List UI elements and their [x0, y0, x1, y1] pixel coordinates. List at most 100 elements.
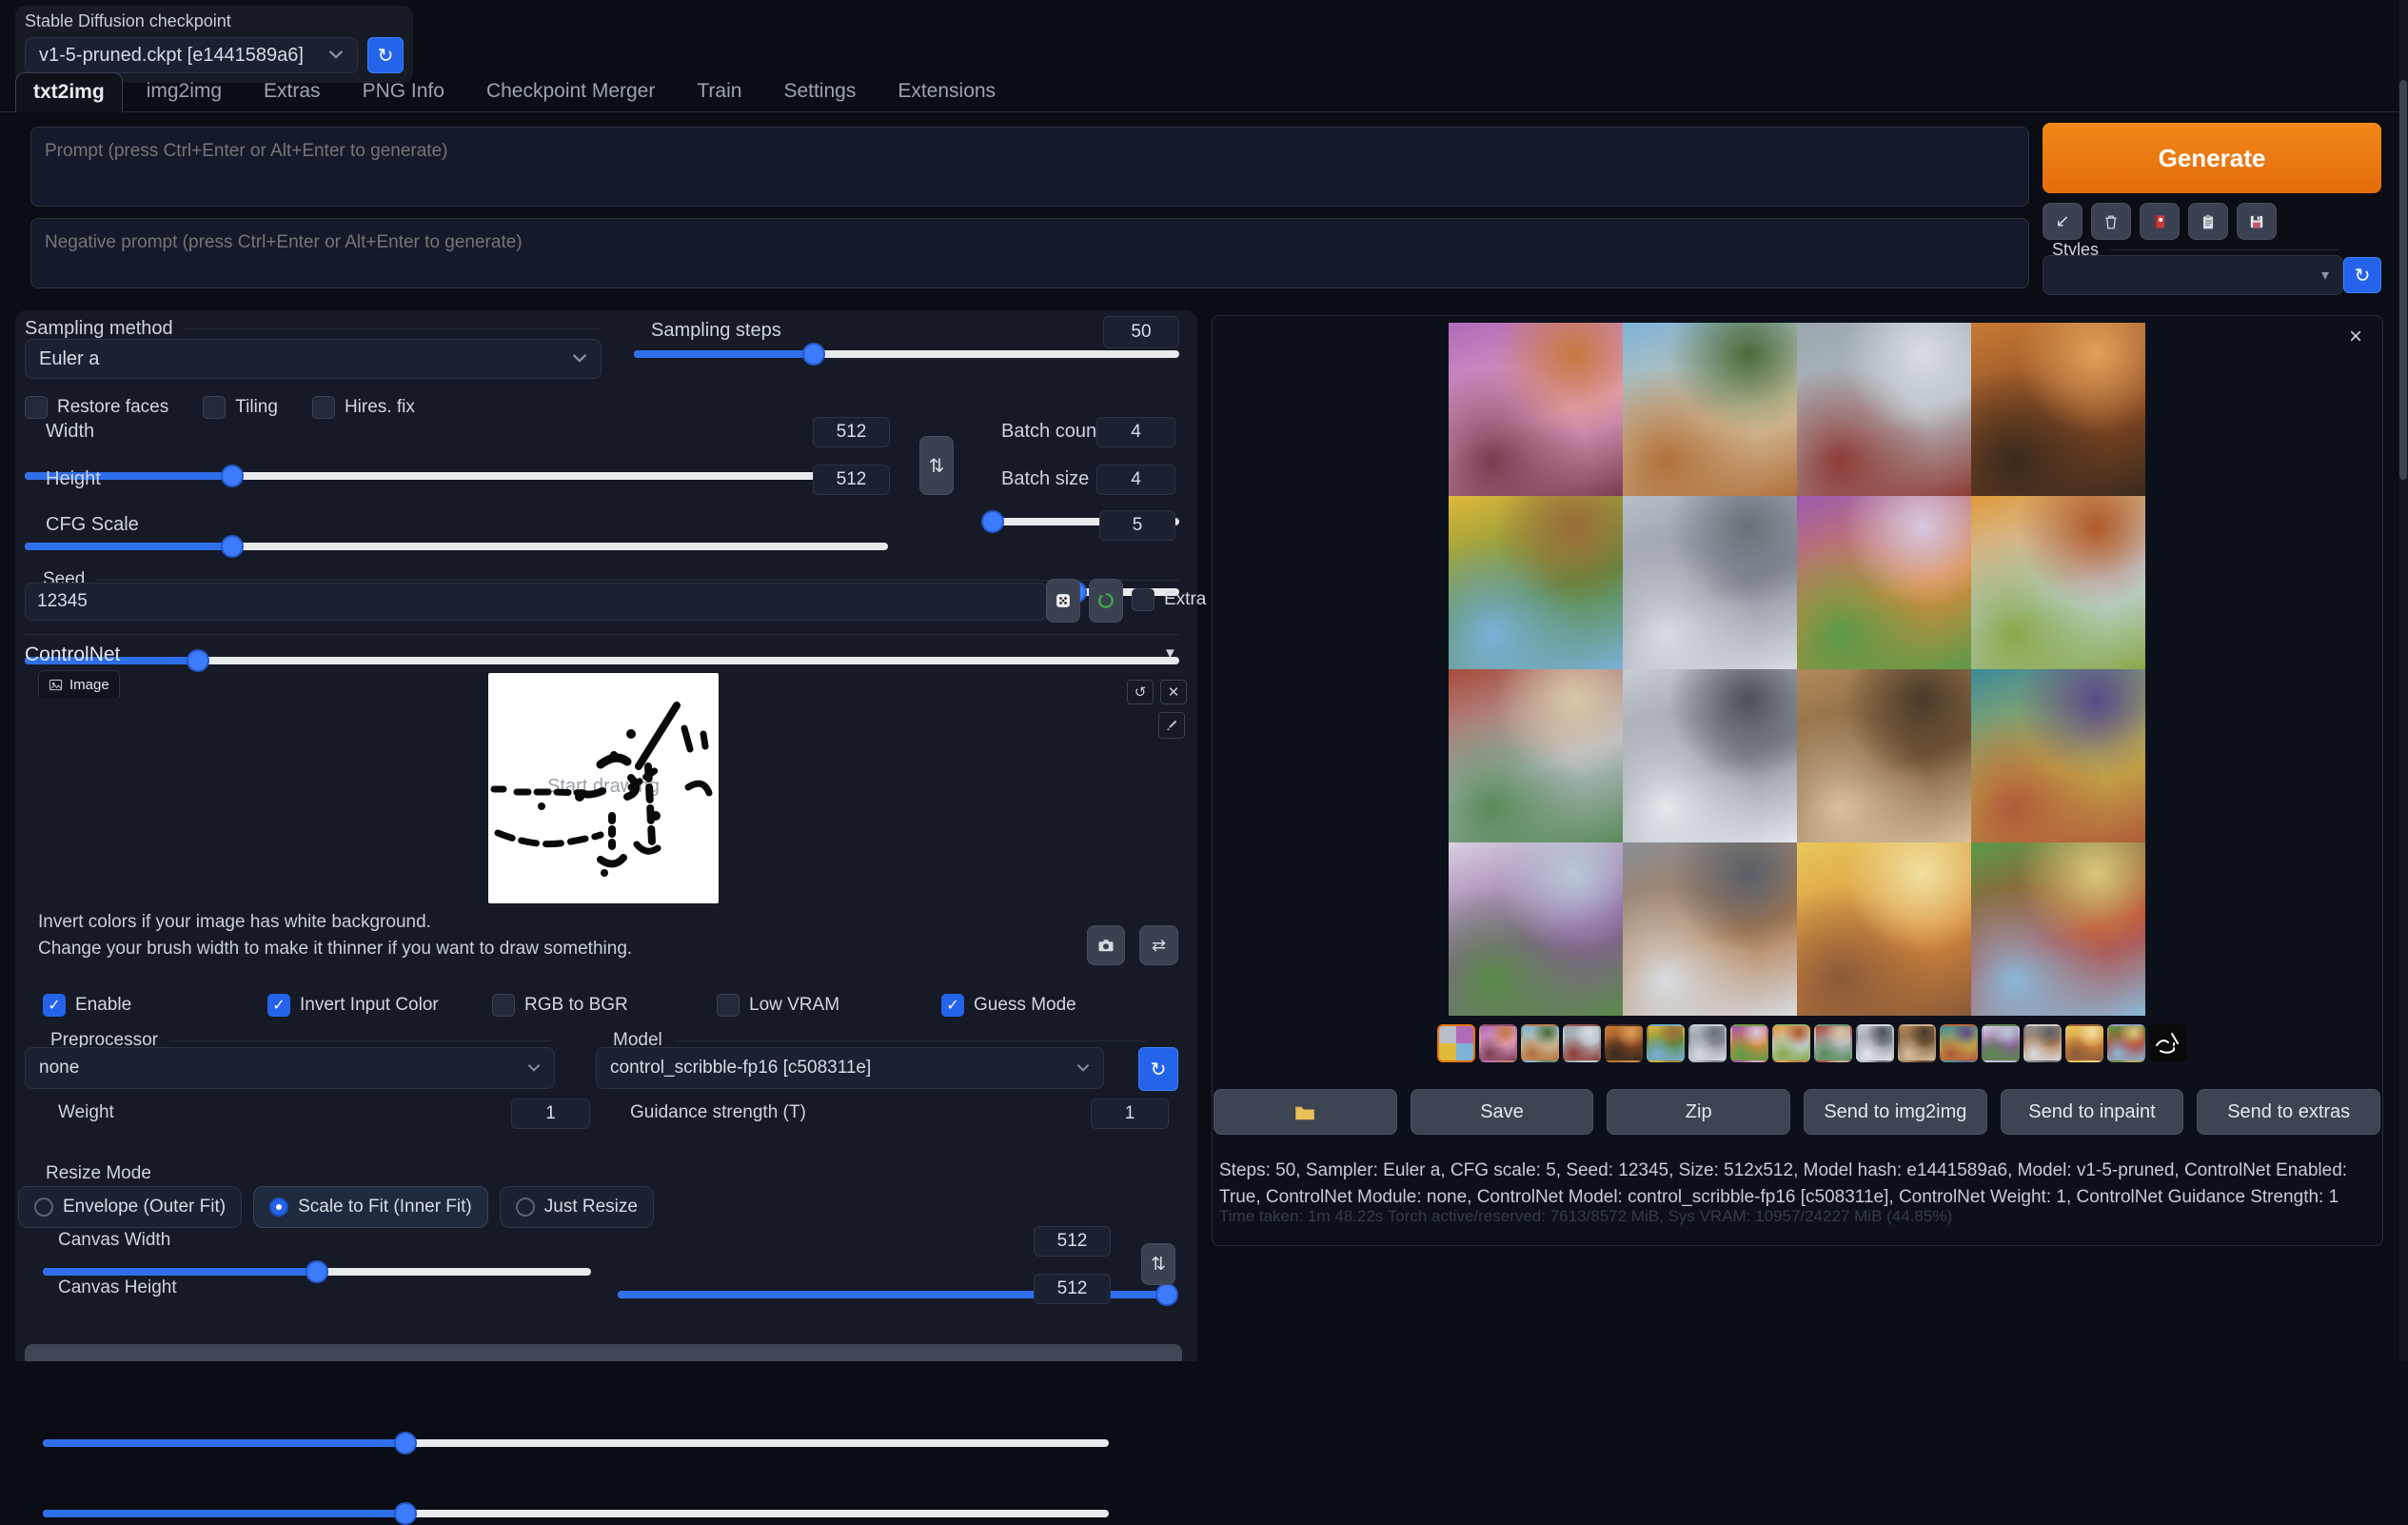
thumbnail-grid-overview[interactable]: [1437, 1024, 1475, 1062]
cn-enable-checkbox[interactable]: [43, 994, 66, 1017]
refresh-styles-button[interactable]: ↻: [2343, 257, 2381, 293]
swap-canvas-dims-button[interactable]: ⇅: [1141, 1243, 1175, 1285]
thumbnail-image-15[interactable]: [2065, 1024, 2103, 1062]
slider-handle[interactable]: [306, 1260, 328, 1283]
thumbnail-image-14[interactable]: [2023, 1024, 2062, 1062]
gallery-image-11[interactable]: [1797, 669, 1971, 842]
open-folder-button[interactable]: [1214, 1089, 1397, 1135]
sampling-steps-slider[interactable]: [634, 343, 1179, 366]
swap-width-height-button[interactable]: ⇅: [919, 436, 954, 495]
thumbnail-image-10[interactable]: [1856, 1024, 1894, 1062]
width-slider[interactable]: [25, 465, 888, 487]
canvas-height-slider[interactable]: [43, 1502, 1109, 1525]
thumbnail-image-3[interactable]: [1563, 1024, 1601, 1062]
canvas-width-input[interactable]: 512: [1034, 1226, 1111, 1257]
controlnet-canvas[interactable]: Start drawing: [488, 673, 719, 903]
gallery-image-16[interactable]: [1971, 842, 2145, 1016]
send-to-inpaint-button[interactable]: Send to inpaint: [2001, 1089, 2184, 1135]
thumbnail-image-11[interactable]: [1898, 1024, 1936, 1062]
toggle-hires-fix-checkbox[interactable]: [312, 396, 335, 419]
thumbnail-scribble[interactable]: [2149, 1024, 2187, 1062]
random-seed-button[interactable]: [1046, 579, 1080, 623]
styles-select[interactable]: ▾: [2043, 255, 2343, 295]
batch-count-input[interactable]: 4: [1096, 417, 1175, 447]
tab-img2img[interactable]: img2img: [128, 71, 240, 111]
seed-extra-checkbox[interactable]: [1132, 588, 1155, 611]
thumbnail-image-2[interactable]: [1521, 1024, 1559, 1062]
controlnet-collapse-icon[interactable]: ▼: [1163, 645, 1177, 662]
canvas-width-slider[interactable]: [43, 1432, 1109, 1455]
preprocessor-select[interactable]: none: [25, 1047, 555, 1089]
seed-input[interactable]: 12345: [25, 583, 1047, 621]
clear-canvas-icon[interactable]: ✕: [1160, 680, 1187, 704]
controlnet-title[interactable]: ControlNet: [25, 644, 120, 666]
cn-guess-mode-item[interactable]: Guess Mode: [941, 994, 1166, 1017]
zip-button[interactable]: Zip: [1607, 1089, 1790, 1135]
slider-handle[interactable]: [394, 1432, 417, 1455]
clipboard-button[interactable]: [2188, 203, 2228, 240]
generate-button[interactable]: Generate: [2043, 123, 2381, 193]
radio-icon[interactable]: [34, 1198, 53, 1217]
thumbnail-image-6[interactable]: [1688, 1024, 1727, 1062]
slider-handle[interactable]: [981, 510, 1004, 533]
gallery-image-14[interactable]: [1623, 842, 1797, 1016]
radio-icon[interactable]: [516, 1198, 535, 1217]
width-input[interactable]: 512: [813, 417, 890, 447]
gallery-image-7[interactable]: [1797, 496, 1971, 669]
style-book-button[interactable]: [2140, 203, 2180, 240]
gallery-image-15[interactable]: [1797, 842, 1971, 1016]
gallery-image-3[interactable]: [1797, 323, 1971, 496]
save-style-button[interactable]: [2237, 203, 2277, 240]
reuse-seed-button[interactable]: [1089, 579, 1123, 623]
tab-txt2img[interactable]: txt2img: [15, 72, 123, 112]
negative-prompt-input[interactable]: [30, 218, 2029, 288]
gallery-image-8[interactable]: [1971, 496, 2145, 669]
cn-rgb-to-bgr-item[interactable]: RGB to BGR: [492, 994, 717, 1017]
toggle-hires-fix-item[interactable]: Hires. fix: [312, 396, 415, 419]
thumbnail-image-12[interactable]: [1940, 1024, 1978, 1062]
thumbnail-image-4[interactable]: [1605, 1024, 1643, 1062]
mirror-webcam-button[interactable]: ⇄: [1139, 925, 1178, 965]
slider-handle[interactable]: [394, 1502, 417, 1525]
cn-low-vram-checkbox[interactable]: [717, 994, 740, 1017]
window-scrollbar-track[interactable]: [2398, 0, 2408, 1361]
send-to-img2img-button[interactable]: Send to img2img: [1804, 1089, 1987, 1135]
send-to-extras-button[interactable]: Send to extras: [2197, 1089, 2380, 1135]
tab-extensions[interactable]: Extensions: [879, 71, 1014, 111]
cn-invert-input-color-item[interactable]: Invert Input Color: [267, 994, 492, 1017]
tab-checkpoint-merger[interactable]: Checkpoint Merger: [468, 71, 673, 111]
guidance-strength-input[interactable]: 1: [1091, 1099, 1169, 1129]
collapsed-section-strip[interactable]: [25, 1344, 1182, 1361]
trash-button[interactable]: [2091, 203, 2131, 240]
slider-handle[interactable]: [221, 465, 244, 487]
tab-settings[interactable]: Settings: [765, 71, 874, 111]
resize-option-scale-to-fit-inner-fit-[interactable]: Scale to Fit (Inner Fit): [253, 1186, 488, 1228]
tab-extras[interactable]: Extras: [246, 71, 339, 111]
window-scrollbar-thumb[interactable]: [2399, 80, 2407, 480]
gallery-image-1[interactable]: [1449, 323, 1623, 496]
brush-icon[interactable]: [1158, 712, 1185, 739]
toggle-tiling-item[interactable]: Tiling: [203, 396, 278, 419]
gallery-image-10[interactable]: [1623, 669, 1797, 842]
toggle-restore-faces-item[interactable]: Restore faces: [25, 396, 168, 419]
cn-low-vram-item[interactable]: Low VRAM: [717, 994, 941, 1017]
undo-icon[interactable]: ↺: [1127, 680, 1154, 704]
refresh-checkpoint-button[interactable]: ↻: [367, 37, 404, 73]
slider-handle[interactable]: [221, 535, 244, 558]
gallery-image-12[interactable]: [1971, 669, 2145, 842]
cfg-scale-slider[interactable]: [25, 649, 1179, 672]
prompt-input[interactable]: [30, 127, 2029, 207]
gallery-image-9[interactable]: [1449, 669, 1623, 842]
gallery-image-6[interactable]: [1623, 496, 1797, 669]
tab-png-info[interactable]: PNG Info: [345, 71, 463, 111]
weight-input[interactable]: 1: [511, 1099, 590, 1129]
radio-icon[interactable]: [269, 1198, 288, 1217]
slider-handle[interactable]: [1155, 1283, 1178, 1306]
thumbnail-image-9[interactable]: [1814, 1024, 1852, 1062]
thumbnail-image-7[interactable]: [1730, 1024, 1768, 1062]
gallery-image-5[interactable]: [1449, 496, 1623, 669]
batch-size-input[interactable]: 4: [1096, 465, 1175, 495]
gallery-image-2[interactable]: [1623, 323, 1797, 496]
height-input[interactable]: 512: [813, 465, 890, 495]
toggle-tiling-checkbox[interactable]: [203, 396, 226, 419]
